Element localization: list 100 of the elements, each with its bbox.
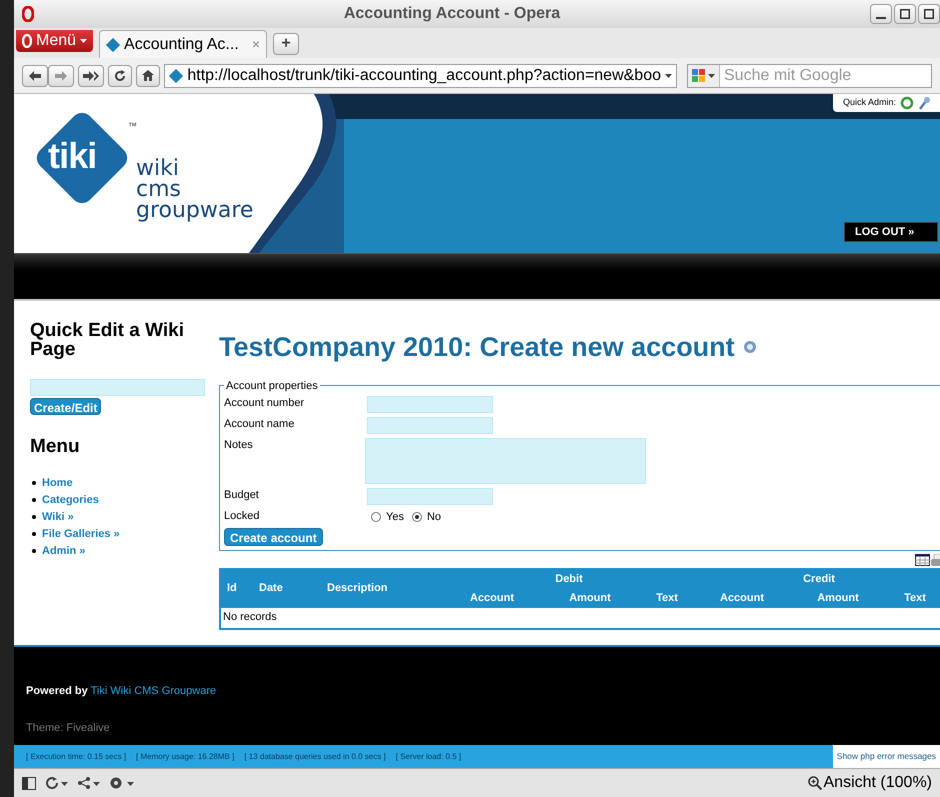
column-group-header: Credit	[802, 572, 836, 587]
column-header: Account	[469, 590, 515, 606]
tiki-favicon-icon	[106, 38, 120, 52]
notes-field[interactable]	[365, 438, 646, 484]
menu-link[interactable]: Home	[42, 476, 73, 490]
bullet-icon	[32, 549, 36, 553]
field-label: Budget	[224, 488, 260, 502]
tab-title: Accounting Ac...	[124, 34, 239, 54]
minimize-button[interactable]	[870, 4, 892, 24]
search-field[interactable]: Suche mit Google	[687, 64, 932, 88]
radio-label: No	[426, 510, 442, 525]
maximize-button[interactable]	[894, 4, 916, 24]
bullet-icon	[32, 532, 36, 536]
sidebar-heading: Quick Edit a Wiki Page	[30, 321, 185, 359]
google-icon	[692, 68, 706, 82]
tab-close-button[interactable]: ×	[252, 34, 260, 55]
field-label: Notes	[224, 438, 254, 452]
search-input[interactable]: Suche mit Google	[724, 64, 931, 88]
php-errors-link[interactable]: Show php error messages	[832, 745, 940, 768]
column-header: Account	[719, 590, 765, 606]
sidebar-heading: Menu	[30, 435, 81, 459]
panel-toggle-icon[interactable]	[22, 776, 36, 790]
back-button[interactable]	[22, 64, 48, 86]
restore-icon	[924, 9, 934, 19]
text-field[interactable]	[367, 396, 493, 413]
quick-admin-label: Quick Admin:	[842, 96, 896, 110]
new-tab-button[interactable]: +	[273, 33, 300, 55]
maximize-icon	[900, 9, 910, 19]
home-icon	[142, 70, 154, 81]
panel-legend: Account properties	[224, 378, 320, 394]
radio-button[interactable]	[371, 512, 381, 522]
trademark-text: ™	[128, 120, 137, 133]
wrench-icon[interactable]	[918, 96, 930, 110]
column-header: Amount	[816, 590, 860, 606]
stats-text: [ Server load: 0.5 ]	[396, 750, 462, 762]
menu-link[interactable]: Admin »	[42, 544, 86, 558]
column-header: Amount	[568, 590, 612, 606]
bullet-icon	[32, 498, 36, 502]
bullet-icon	[32, 481, 36, 485]
field-label: Account name	[224, 417, 296, 431]
minimize-icon	[876, 17, 886, 19]
caret-icon	[665, 74, 672, 78]
tiki-favicon-icon	[169, 68, 184, 82]
text-field[interactable]	[367, 488, 493, 505]
gauge-icon[interactable]	[110, 777, 134, 789]
column-header: Date	[258, 581, 284, 596]
text-field[interactable]	[367, 417, 493, 434]
page-name-field[interactable]	[30, 379, 205, 396]
bullet-icon	[32, 515, 36, 519]
forward-arrow-icon	[55, 70, 67, 80]
opera-logo-icon	[22, 6, 34, 22]
stats-text: [ 13 database queries used in 0.0 secs ]	[244, 750, 386, 762]
opera-menu-button[interactable]: Menü	[16, 30, 94, 52]
zoom-control[interactable]: Ansicht (100%)	[824, 771, 932, 795]
search-engine-selector[interactable]	[688, 64, 720, 86]
field-label: Locked	[224, 509, 260, 523]
caret-icon	[80, 39, 88, 43]
column-header: Id	[226, 581, 238, 596]
field-label: Account number	[224, 396, 306, 410]
double-arrow-icon	[83, 70, 99, 80]
browser-tab[interactable]: Accounting Ac... ×	[99, 30, 268, 58]
logout-button[interactable]: LOG OUT »	[844, 222, 938, 242]
table-icon[interactable]	[915, 554, 930, 566]
logo-text: cms	[136, 179, 182, 200]
zoom-icon[interactable]	[808, 776, 822, 790]
create-edit-button[interactable]: Create/Edit	[30, 398, 102, 415]
logo-text: wiki	[136, 158, 180, 179]
url-text: http://localhost/trunk/tiki-accounting_account.php?action=new&boo	[187, 66, 661, 86]
stats-text: [ Memory usage: 16.28MB ]	[136, 750, 234, 762]
empty-table-message: No records	[223, 610, 277, 626]
reload-button[interactable]	[108, 64, 132, 86]
share-icon[interactable]	[78, 777, 100, 789]
caret-icon	[708, 74, 715, 78]
home-button[interactable]	[136, 64, 160, 86]
column-group-header: Debit	[554, 572, 584, 587]
close-button[interactable]	[918, 4, 940, 24]
logo-mark: tiki	[48, 138, 96, 174]
address-field[interactable]: http://localhost/trunk/tiki-accounting_account.php?action=new&boo	[164, 64, 677, 88]
opera-logo-icon	[22, 34, 32, 48]
reload-icon	[114, 70, 126, 82]
logo-text: groupware	[136, 200, 254, 221]
radio-button[interactable]	[412, 512, 422, 522]
menu-link[interactable]: Categories	[42, 492, 99, 508]
column-header: Description	[326, 581, 389, 596]
window-title: Accounting Account - Opera	[342, 4, 562, 24]
theme-text: Theme: Fivealive	[26, 720, 111, 736]
sync-icon[interactable]	[46, 777, 68, 789]
help-icon[interactable]	[742, 340, 757, 354]
menu-link[interactable]: File Galleries »	[42, 526, 120, 542]
tiki-link[interactable]: Tiki Wiki CMS Groupware	[90, 685, 216, 697]
powered-by-text: Powered by Tiki Wiki CMS Groupware	[26, 684, 218, 699]
menu-link[interactable]: Wiki »	[42, 510, 74, 524]
create-account-button[interactable]: Create account	[224, 528, 323, 546]
stats-text: [ Execution time: 0.15 secs ]	[26, 750, 126, 762]
page-title: TestCompany 2010: Create new account	[219, 331, 735, 364]
column-header: Text	[903, 590, 927, 606]
radio-label: Yes	[386, 510, 404, 525]
refresh-icon[interactable]	[900, 96, 914, 110]
column-header: Text	[655, 590, 679, 606]
fast-forward-button[interactable]	[78, 64, 104, 86]
